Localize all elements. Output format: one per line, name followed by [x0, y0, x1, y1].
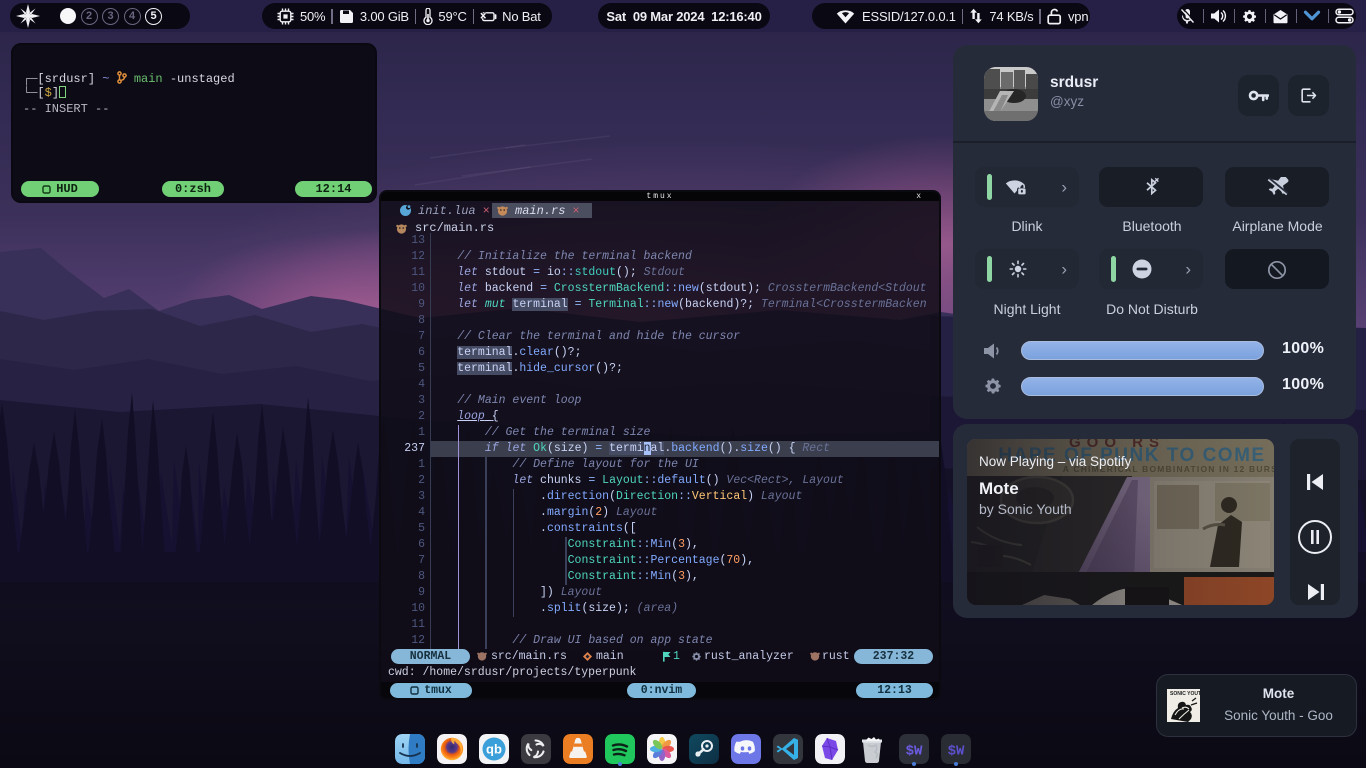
- svg-text:$W: $W: [906, 744, 923, 760]
- svg-text:qb: qb: [486, 742, 502, 757]
- svg-text:SONIC YOUTH: SONIC YOUTH: [1170, 691, 1200, 697]
- svg-text:$W: $W: [948, 744, 965, 760]
